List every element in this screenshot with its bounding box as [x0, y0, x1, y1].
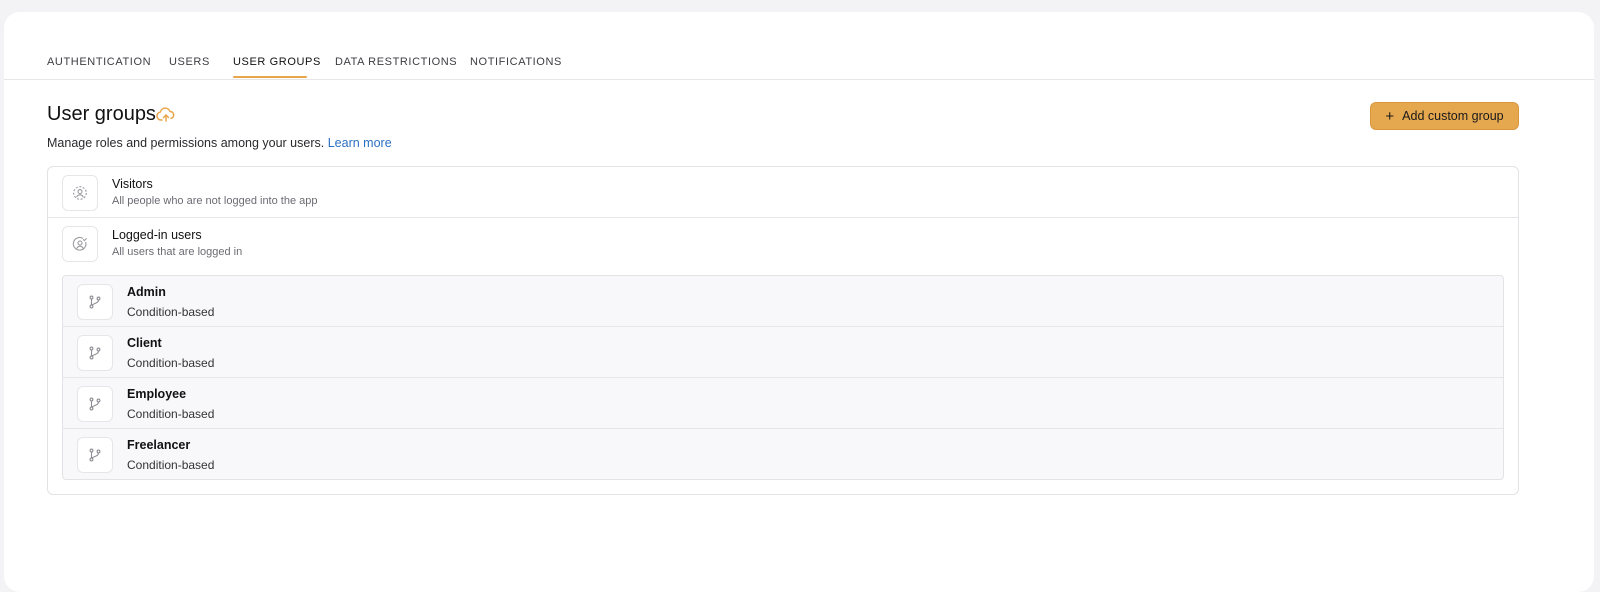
tab-user-groups[interactable]: USER GROUPS [233, 56, 321, 68]
subtitle-text: Manage roles and permissions among your … [47, 136, 325, 150]
cloud-upload-icon[interactable] [156, 106, 176, 124]
custom-group-row-employee[interactable]: Employee Condition-based [63, 378, 1503, 429]
add-custom-group-button[interactable]: + Add custom group [1370, 102, 1519, 130]
page-subtitle: Manage roles and permissions among your … [47, 136, 392, 150]
add-custom-group-label: Add custom group [1402, 109, 1504, 123]
group-row-visitors[interactable]: Visitors All people who are not logged i… [48, 167, 1518, 218]
group-name: Logged-in users [112, 228, 202, 242]
custom-group-type: Condition-based [127, 356, 215, 370]
learn-more-link[interactable]: Learn more [328, 136, 392, 150]
custom-group-type: Condition-based [127, 305, 215, 319]
tab-notifications[interactable]: NOTIFICATIONS [470, 56, 562, 68]
group-description: All users that are logged in [112, 246, 243, 258]
branch-icon [77, 386, 113, 422]
custom-group-row-admin[interactable]: Admin Condition-based [63, 276, 1503, 327]
page-title: User groups [47, 103, 156, 125]
settings-panel: AUTHENTICATION USERS USER GROUPS DATA RE… [4, 12, 1594, 592]
branch-icon [77, 284, 113, 320]
custom-group-name: Employee [127, 387, 187, 401]
custom-group-row-freelancer[interactable]: Freelancer Condition-based [63, 429, 1503, 480]
settings-tabs: AUTHENTICATION USERS USER GROUPS DATA RE… [4, 12, 1594, 80]
tab-authentication[interactable]: AUTHENTICATION [47, 56, 151, 68]
custom-groups-list: Admin Condition-based Client Condition-b… [62, 275, 1504, 480]
tab-data-restrictions[interactable]: DATA RESTRICTIONS [335, 56, 457, 68]
custom-group-name: Freelancer [127, 438, 191, 452]
user-groups-list: Visitors All people who are not logged i… [47, 166, 1519, 495]
custom-group-name: Admin [127, 285, 166, 299]
active-tab-indicator [233, 76, 307, 78]
custom-group-name: Client [127, 336, 162, 350]
group-name: Visitors [112, 177, 153, 191]
branch-icon [77, 437, 113, 473]
logged-in-user-icon [62, 226, 98, 262]
custom-group-type: Condition-based [127, 407, 215, 421]
group-description: All people who are not logged into the a… [112, 195, 318, 207]
branch-icon [77, 335, 113, 371]
visitor-icon [62, 175, 98, 211]
custom-group-type: Condition-based [127, 458, 215, 472]
group-row-logged-in-users[interactable]: Logged-in users All users that are logge… [48, 218, 1518, 269]
plus-icon: + [1385, 107, 1395, 125]
tab-users[interactable]: USERS [169, 56, 210, 68]
custom-group-row-client[interactable]: Client Condition-based [63, 327, 1503, 378]
